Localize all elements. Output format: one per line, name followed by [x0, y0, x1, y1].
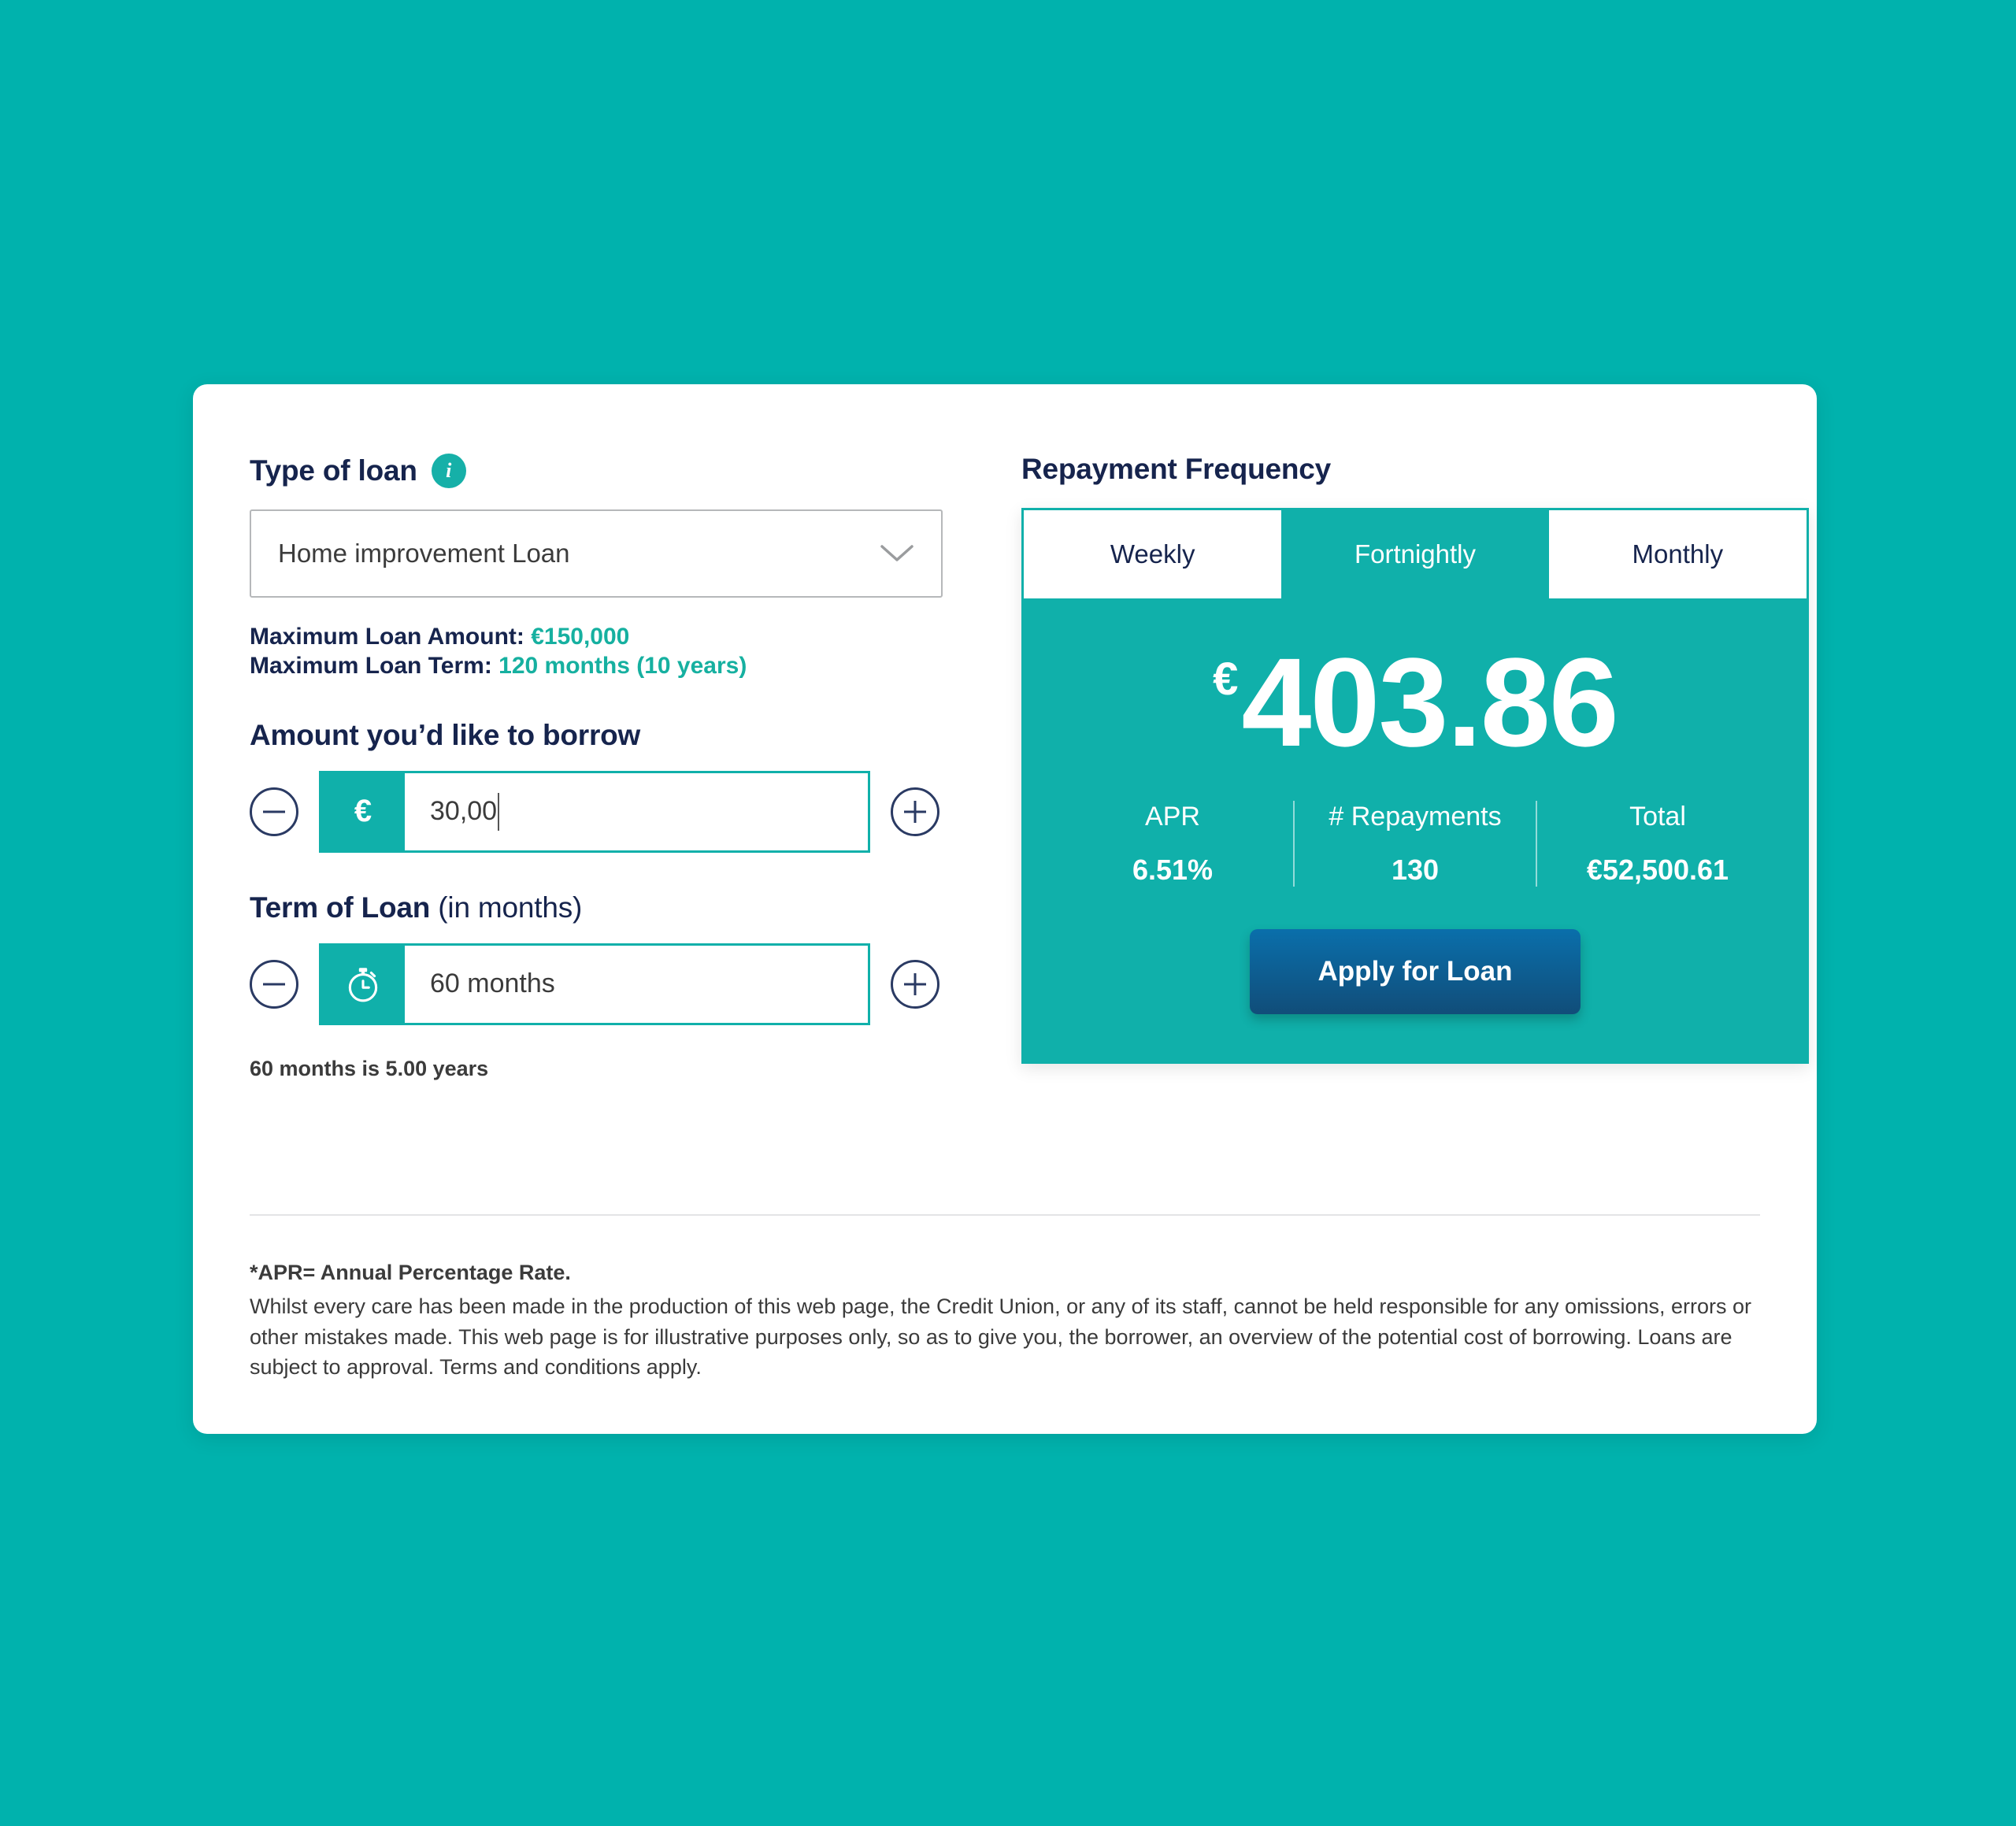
repayment-frequency-tabs: Weekly Fortnightly Monthly — [1024, 509, 1807, 598]
max-loan-amount-label: Maximum Loan Amount: — [250, 624, 524, 650]
term-input[interactable]: 60 months — [405, 945, 868, 1023]
amount-field[interactable]: € 30,00 — [319, 770, 870, 853]
amount-stepper: € 30,00 — [250, 770, 974, 853]
term-hint: 60 months is 5.00 years — [250, 1056, 489, 1080]
loan-type-select[interactable]: Home improvement Loan — [250, 509, 943, 598]
stat-total-label: Total — [1629, 801, 1686, 832]
stat-repayments-value: 130 — [1391, 853, 1440, 886]
tab-monthly[interactable]: Monthly — [1548, 509, 1807, 598]
repayment-amount-value: 403.86 — [1241, 631, 1618, 772]
apply-button-row: Apply for Loan — [1024, 887, 1807, 1061]
term-heading-light: (in months) — [438, 891, 583, 924]
calculator-columns: Type of loan i Home improvement Loan Max… — [250, 453, 1809, 1081]
term-input-value: 60 months — [430, 969, 555, 999]
inputs-column: Type of loan i Home improvement Loan Max… — [250, 454, 974, 1081]
disclaimer-text: Whilst every care has been made in the p… — [250, 1294, 1752, 1380]
loan-calculator-card: Type of loan i Home improvement Loan Max… — [193, 384, 1817, 1434]
apr-note: *APR= Annual Percentage Rate. — [250, 1261, 571, 1284]
results-panel: Weekly Fortnightly Monthly € 403.86 APR … — [1021, 507, 1809, 1064]
repayment-frequency-label: Repayment Frequency — [1021, 453, 1332, 485]
max-loan-term-label: Maximum Loan Term: — [250, 652, 492, 679]
term-increment-button[interactable] — [891, 959, 939, 1009]
loan-type-label: Type of loan — [250, 454, 417, 487]
term-stepper: 60 months — [250, 943, 974, 1025]
stat-repayments: # Repayments 130 — [1293, 800, 1536, 887]
repayment-amount-display: € 403.86 — [1024, 598, 1807, 772]
apply-for-loan-button[interactable]: Apply for Loan — [1250, 928, 1581, 1014]
loan-type-heading-row: Type of loan i — [250, 454, 974, 488]
amount-heading: Amount you’d like to borrow — [250, 719, 641, 752]
amount-increment-button[interactable] — [891, 787, 939, 836]
stat-apr-value: 6.51% — [1132, 853, 1214, 886]
tab-fortnightly[interactable]: Fortnightly — [1286, 509, 1544, 598]
max-loan-amount-value: €150,000 — [531, 624, 630, 650]
loan-stats: APR 6.51% # Repayments 130 Total €52,500… — [1024, 800, 1807, 887]
amount-decrement-button[interactable] — [250, 787, 298, 836]
max-loan-info: Maximum Loan Amount: €150,000 Maximum Lo… — [250, 623, 974, 680]
footer-divider — [250, 1214, 1760, 1216]
repayment-currency-symbol: € — [1213, 653, 1239, 705]
info-icon[interactable]: i — [431, 454, 466, 488]
chevron-down-icon — [880, 543, 914, 564]
stat-apr-label: APR — [1145, 801, 1200, 832]
amount-input[interactable]: 30,00 — [405, 772, 868, 850]
stopwatch-icon — [321, 945, 405, 1023]
max-loan-term-line: Maximum Loan Term: 120 months (10 years) — [250, 652, 974, 681]
stat-apr: APR 6.51% — [1052, 801, 1293, 887]
tab-weekly[interactable]: Weekly — [1024, 509, 1282, 598]
stat-repayments-label: # Repayments — [1329, 801, 1502, 832]
stat-total-value: €52,500.61 — [1586, 853, 1729, 886]
card-content: Type of loan i Home improvement Loan Max… — [193, 384, 1817, 1434]
term-decrement-button[interactable] — [250, 959, 298, 1009]
loan-type-selected-value: Home improvement Loan — [278, 539, 570, 568]
text-caret — [498, 792, 500, 831]
max-loan-term-value: 120 months (10 years) — [498, 652, 747, 679]
term-heading-strong: Term of Loan — [250, 891, 431, 924]
amount-input-value: 30,00 — [430, 796, 498, 827]
stat-total: Total €52,500.61 — [1536, 800, 1778, 887]
term-heading: Term of Loan (in months) — [250, 891, 974, 924]
footer-disclaimer: *APR= Annual Percentage Rate. Whilst eve… — [250, 1258, 1766, 1382]
term-field[interactable]: 60 months — [319, 943, 870, 1025]
euro-symbol-icon: € — [321, 772, 405, 850]
max-loan-amount-line: Maximum Loan Amount: €150,000 — [250, 623, 974, 652]
results-column: Repayment Frequency Weekly Fortnightly M… — [1021, 453, 1809, 1064]
